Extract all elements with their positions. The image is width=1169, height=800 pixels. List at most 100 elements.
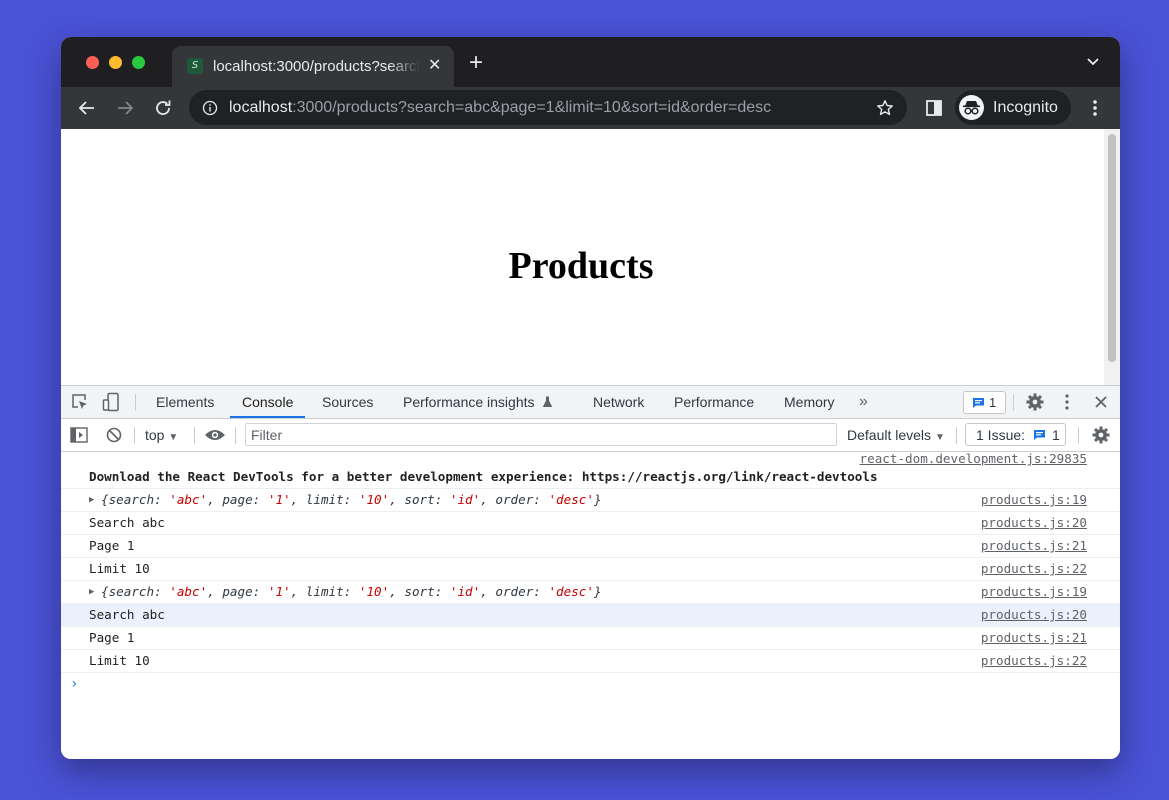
source-link[interactable]: products.js:19 bbox=[981, 489, 1087, 511]
context-selector[interactable]: top ▼ bbox=[145, 419, 178, 454]
tab-performance-insights[interactable]: Performance insights bbox=[403, 386, 553, 418]
toolbar-divider bbox=[1013, 394, 1014, 411]
toolbar-divider bbox=[194, 427, 195, 444]
message-text: Limit 10 bbox=[89, 561, 150, 576]
message-text: Search abc bbox=[89, 515, 165, 530]
page-scrollbar[interactable] bbox=[1104, 129, 1120, 385]
reload-icon[interactable] bbox=[153, 98, 173, 118]
console-object-row[interactable]: ▶ {search: 'abc', page: '1', limit: '10'… bbox=[61, 489, 1120, 512]
source-link[interactable]: products.js:20 bbox=[981, 604, 1087, 626]
browser-toolbar: localhost:3000/products?search=abc&page=… bbox=[61, 87, 1120, 129]
issues-button[interactable]: 1 Issue: 1 bbox=[965, 423, 1066, 446]
scrollbar-thumb[interactable] bbox=[1108, 134, 1116, 362]
flask-icon bbox=[543, 396, 553, 407]
filter-input[interactable]: Filter bbox=[245, 423, 837, 446]
log-levels-dropdown[interactable]: Default levels ▼ bbox=[847, 419, 945, 451]
console-message: Page 1 products.js:21 bbox=[61, 535, 1120, 558]
source-link[interactable]: products.js:19 bbox=[981, 581, 1087, 603]
gear-icon[interactable] bbox=[1025, 392, 1045, 412]
tab-network[interactable]: Network bbox=[593, 386, 644, 418]
more-tabs-button[interactable]: » bbox=[859, 386, 868, 418]
source-link[interactable]: products.js:21 bbox=[981, 627, 1087, 649]
toolbar-divider bbox=[956, 427, 957, 444]
console-object-row[interactable]: ▶ {search: 'abc', page: '1', limit: '10'… bbox=[61, 581, 1120, 604]
console-message: react-dom.development.js:29835 Download … bbox=[61, 451, 1120, 489]
forward-arrow-icon[interactable] bbox=[115, 98, 135, 118]
console-message: Page 1 products.js:21 bbox=[61, 627, 1120, 650]
incognito-label: Incognito bbox=[993, 99, 1058, 116]
close-icon[interactable] bbox=[1094, 395, 1108, 409]
inspect-element-icon[interactable] bbox=[71, 393, 89, 411]
tab-memory[interactable]: Memory bbox=[784, 386, 835, 418]
message-text: Download the React DevTools for a better… bbox=[89, 469, 878, 484]
expand-triangle-icon[interactable]: ▶ bbox=[89, 581, 94, 603]
tab-close-icon[interactable]: ✕ bbox=[428, 56, 441, 76]
title-bar: S localhost:3000/products?search=abc&pag… bbox=[61, 37, 1120, 87]
more-options-icon[interactable] bbox=[1063, 393, 1071, 411]
kebab-menu-icon[interactable] bbox=[1089, 98, 1101, 118]
source-link[interactable]: products.js:21 bbox=[981, 535, 1087, 557]
dropdown-arrow-icon: ▼ bbox=[168, 432, 179, 443]
expand-triangle-icon[interactable]: ▶ bbox=[89, 489, 94, 511]
message-text: Search abc bbox=[89, 607, 165, 622]
console-prompt-row[interactable]: › bbox=[61, 673, 1120, 695]
dropdown-arrow-icon: ▼ bbox=[934, 432, 945, 443]
prompt-chevron-icon: › bbox=[70, 676, 79, 692]
close-window-button[interactable] bbox=[86, 56, 99, 69]
back-arrow-icon[interactable] bbox=[77, 98, 97, 118]
source-link[interactable]: products.js:20 bbox=[981, 512, 1087, 534]
message-text: Page 1 bbox=[89, 538, 135, 553]
source-link[interactable]: products.js:22 bbox=[981, 650, 1087, 672]
console-message: Search abc products.js:20 bbox=[61, 604, 1120, 627]
tab-sources[interactable]: Sources bbox=[322, 386, 373, 418]
toolbar-divider bbox=[134, 427, 135, 444]
console-message: Limit 10 products.js:22 bbox=[61, 558, 1120, 581]
page-title: Products bbox=[508, 245, 654, 287]
incognito-icon bbox=[959, 95, 984, 120]
console-message: Search abc products.js:20 bbox=[61, 512, 1120, 535]
zoom-window-button[interactable] bbox=[132, 56, 145, 69]
tab-elements[interactable]: Elements bbox=[156, 386, 214, 418]
devtools-tab-bar: Elements Console Sources Performance ins… bbox=[61, 386, 1120, 419]
issues-count: 1 bbox=[989, 395, 997, 410]
clear-console-icon[interactable] bbox=[106, 427, 122, 443]
site-info-icon[interactable] bbox=[202, 100, 218, 116]
new-tab-button[interactable]: + bbox=[469, 51, 483, 75]
source-link[interactable]: products.js:22 bbox=[981, 558, 1087, 580]
issues-label: 1 Issue: bbox=[976, 427, 1026, 443]
gear-icon[interactable] bbox=[1091, 425, 1111, 445]
chevron-down-icon[interactable] bbox=[1086, 54, 1100, 68]
console-output: react-dom.development.js:29835 Download … bbox=[61, 451, 1120, 695]
message-icon bbox=[1034, 430, 1045, 440]
source-link[interactable]: react-dom.development.js:29835 bbox=[860, 448, 1087, 470]
tab-console[interactable]: Console bbox=[229, 386, 306, 418]
address-bar[interactable]: localhost:3000/products?search=abc&page=… bbox=[189, 90, 907, 125]
bookmark-star-icon[interactable] bbox=[876, 99, 894, 117]
toolbar-divider bbox=[235, 427, 236, 444]
toolbar-divider bbox=[135, 394, 136, 411]
device-toolbar-icon[interactable] bbox=[102, 392, 120, 412]
devtools-link[interactable]: https://reactjs.org/link/react-devtools bbox=[582, 469, 878, 484]
message-text: Limit 10 bbox=[89, 653, 150, 668]
tab-title: localhost:3000/products?search=abc&page=… bbox=[213, 58, 420, 75]
sidebar-toggle-icon[interactable] bbox=[70, 427, 88, 443]
tab-performance[interactable]: Performance bbox=[674, 386, 754, 418]
devtools-panel: Elements Console Sources Performance ins… bbox=[61, 385, 1120, 759]
browser-window: S localhost:3000/products?search=abc&pag… bbox=[61, 37, 1120, 759]
incognito-profile-button[interactable]: Incognito bbox=[955, 90, 1071, 125]
minimize-window-button[interactable] bbox=[109, 56, 122, 69]
eye-icon[interactable] bbox=[204, 428, 226, 442]
site-favicon-icon: S bbox=[187, 58, 203, 74]
message-text: Page 1 bbox=[89, 630, 135, 645]
url-text: localhost:3000/products?search=abc&page=… bbox=[229, 99, 772, 116]
object-preview: {search: 'abc', page: '1', limit: '10', … bbox=[101, 492, 602, 507]
object-preview: {search: 'abc', page: '1', limit: '10', … bbox=[101, 584, 602, 599]
issues-count: 1 bbox=[1052, 427, 1060, 443]
page-viewport: Products bbox=[61, 129, 1120, 385]
issues-count-button[interactable]: 1 bbox=[963, 391, 1006, 414]
console-message: Limit 10 products.js:22 bbox=[61, 650, 1120, 673]
browser-tab[interactable]: S localhost:3000/products?search=abc&pag… bbox=[172, 46, 454, 87]
message-icon bbox=[973, 398, 984, 408]
toolbar-divider bbox=[1078, 427, 1079, 444]
side-panel-icon[interactable] bbox=[925, 99, 943, 117]
